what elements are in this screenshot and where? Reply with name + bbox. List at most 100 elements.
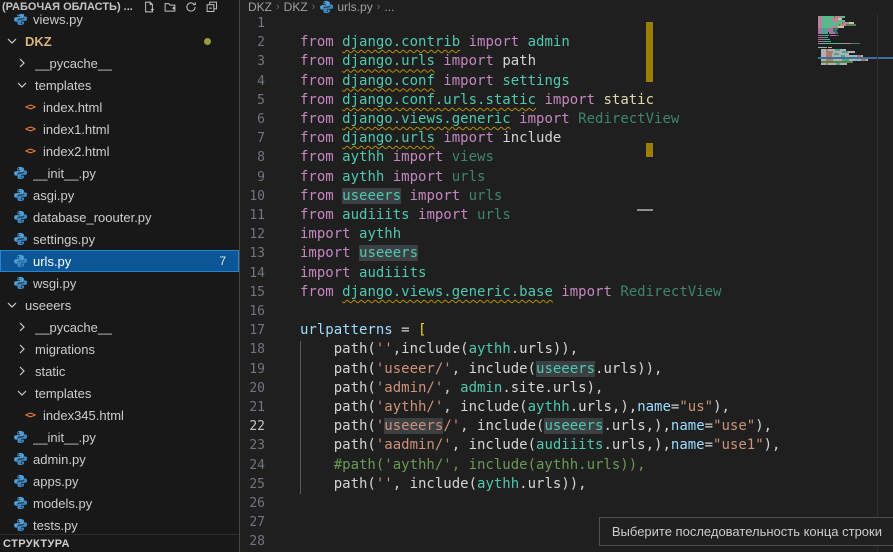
code-line-2[interactable]: 2from django.contrib import admin xyxy=(240,33,893,52)
breadcrumb-item[interactable]: DKZ xyxy=(248,0,272,14)
code-line-9[interactable]: 9from aythh import urls xyxy=(240,168,893,187)
tree-item-database-roouter-py[interactable]: database_roouter.py xyxy=(0,206,239,228)
code-line-12[interactable]: 12import aythh xyxy=(240,225,893,244)
breadcrumb-separator-icon: › xyxy=(276,1,280,13)
code-line-19[interactable]: 19 path('useeer/', include(useeers.urls)… xyxy=(240,360,893,379)
code-line-22[interactable]: 22 path('useeers/', include(useeers.urls… xyxy=(240,417,893,436)
line-number: 25 xyxy=(240,475,265,494)
chevron-right-icon xyxy=(14,341,30,357)
code-area[interactable]: 12from django.contrib import admin3from … xyxy=(240,14,893,552)
breadcrumb-item[interactable]: DKZ xyxy=(284,0,308,14)
tree-item-apps-py[interactable]: apps.py xyxy=(0,470,239,492)
code-token: path( xyxy=(300,418,376,434)
breadcrumb[interactable]: DKZ›DKZ›urls.py›... xyxy=(240,0,893,14)
tree-item-index-html[interactable]: <>index.html xyxy=(0,96,239,118)
tree-item-label: asgi.py xyxy=(33,188,74,203)
outline-section-header[interactable]: СТРУКТУРА xyxy=(0,534,239,552)
tree-item-asgi-py[interactable]: asgi.py xyxy=(0,184,239,206)
code-line-8[interactable]: 8from aythh import views xyxy=(240,148,893,167)
breadcrumb-item[interactable]: urls.py xyxy=(337,0,372,14)
vscode-window: (РАБОЧАЯ ОБЛАСТЬ) ... views.pyDKZ__pycac… xyxy=(0,0,893,552)
code-line-6[interactable]: 6from django.views.generic import Redire… xyxy=(240,110,893,129)
outline-title: СТРУКТУРА xyxy=(0,538,70,550)
code-token: from xyxy=(300,34,342,50)
tree-item--init-py[interactable]: __init__.py xyxy=(0,426,239,448)
tree-item-label: __init__.py xyxy=(33,166,96,181)
line-number: 5 xyxy=(240,91,265,110)
code-line-10[interactable]: 10from useeers import urls xyxy=(240,187,893,206)
workspace-title: (РАБОЧАЯ ОБЛАСТЬ) ... xyxy=(0,1,133,13)
tree-item--init-py[interactable]: __init__.py xyxy=(0,162,239,184)
code-line-13[interactable]: 13import useeers xyxy=(240,244,893,263)
code-token: .urls,), xyxy=(603,418,670,434)
code-line-7[interactable]: 7from django.urls import include xyxy=(240,129,893,148)
code-token: 'aythh/' xyxy=(376,399,443,415)
python-file-icon xyxy=(13,232,27,246)
chevron-down-icon xyxy=(4,297,20,313)
tree-item-index345-html[interactable]: <>index345.html xyxy=(0,404,239,426)
code-line-1[interactable]: 1 xyxy=(240,14,893,33)
code-line-24[interactable]: 24 #path('aythh/', include(aythh.urls)), xyxy=(240,456,893,475)
tree-item-index2-html[interactable]: <>index2.html xyxy=(0,140,239,162)
code-line-14[interactable]: 14import audiiits xyxy=(240,264,893,283)
new-file-icon[interactable] xyxy=(143,1,155,13)
tree-item-index1-html[interactable]: <>index1.html xyxy=(0,118,239,140)
code-token: "use1" xyxy=(713,437,764,453)
tree-item-label: __pycache__ xyxy=(35,56,112,71)
code-line-20[interactable]: 20 path('admin/', admin.site.urls), xyxy=(240,379,893,398)
code-line-25[interactable]: 25 path('', include(aythh.urls)), xyxy=(240,475,893,494)
code-line-3[interactable]: 3from django.urls import path xyxy=(240,52,893,71)
code-line-11[interactable]: 11from audiiits import urls xyxy=(240,206,893,225)
code-token: import xyxy=(553,284,620,300)
line-number: 7 xyxy=(240,129,265,148)
tree-item--pycache-[interactable]: __pycache__ xyxy=(0,316,239,338)
code-token: name xyxy=(671,437,705,453)
tree-item--pycache-[interactable]: __pycache__ xyxy=(0,52,239,74)
python-file-icon xyxy=(13,518,27,532)
chevron-down-icon xyxy=(4,33,20,49)
python-file-icon xyxy=(13,474,27,488)
tree-item-urls-py[interactable]: urls.py7 xyxy=(0,250,239,272)
tree-item-migrations[interactable]: migrations xyxy=(0,338,239,360)
code-line-15[interactable]: 15from django.views.generic.base import … xyxy=(240,283,893,302)
explorer-section-header[interactable]: (РАБОЧАЯ ОБЛАСТЬ) ... xyxy=(0,0,239,14)
chevron-right-icon xyxy=(14,341,30,357)
code-line-26[interactable]: 26 xyxy=(240,494,893,513)
code-token: import xyxy=(300,245,359,261)
explorer-actions xyxy=(143,1,218,13)
python-file-icon xyxy=(12,231,28,247)
chevron-right-icon xyxy=(14,319,30,335)
tree-item-wsgi-py[interactable]: wsgi.py xyxy=(0,272,239,294)
code-line-23[interactable]: 23 path('aadmin/', include(audiiits.urls… xyxy=(240,436,893,455)
tooltip-text: Выберите последовательность конца строки xyxy=(612,524,882,539)
tree-item-settings-py[interactable]: settings.py xyxy=(0,228,239,250)
modified-dot xyxy=(204,38,211,45)
code-line-16[interactable]: 16 xyxy=(240,302,893,321)
python-file-icon xyxy=(12,429,28,445)
tree-item-templates[interactable]: templates xyxy=(0,74,239,96)
minimap[interactable] xyxy=(818,14,877,244)
collapse-all-icon[interactable] xyxy=(206,1,218,13)
python-file-icon xyxy=(13,12,27,26)
tree-item-dkz[interactable]: DKZ xyxy=(0,30,239,52)
code-line-5[interactable]: 5from django.conf.urls.static import sta… xyxy=(240,91,893,110)
tree-item-admin-py[interactable]: admin.py xyxy=(0,448,239,470)
chevron-down-icon xyxy=(4,297,20,313)
code-line-21[interactable]: 21 path('aythh/', include(aythh.urls,),n… xyxy=(240,398,893,417)
code-line-4[interactable]: 4from django.conf import settings xyxy=(240,72,893,91)
tree-item-useeers[interactable]: useeers xyxy=(0,294,239,316)
code-token: import xyxy=(384,169,451,185)
tree-item-static[interactable]: static xyxy=(0,360,239,382)
tree-item-models-py[interactable]: models.py xyxy=(0,492,239,514)
tree-item-templates[interactable]: templates xyxy=(0,382,239,404)
html-file-icon: <> xyxy=(22,99,38,115)
breadcrumb-item[interactable]: ... xyxy=(384,0,394,14)
code-line-18[interactable]: 18 path('',include(aythh.urls)), xyxy=(240,340,893,359)
code-line-17[interactable]: 17urlpatterns = [ xyxy=(240,321,893,340)
refresh-icon[interactable] xyxy=(185,1,197,13)
new-folder-icon[interactable] xyxy=(164,1,176,13)
tree-item-tests-py[interactable]: tests.py xyxy=(0,514,239,536)
line-number: 6 xyxy=(240,110,265,129)
python-file-icon xyxy=(13,452,27,466)
line-number: 21 xyxy=(240,398,265,417)
